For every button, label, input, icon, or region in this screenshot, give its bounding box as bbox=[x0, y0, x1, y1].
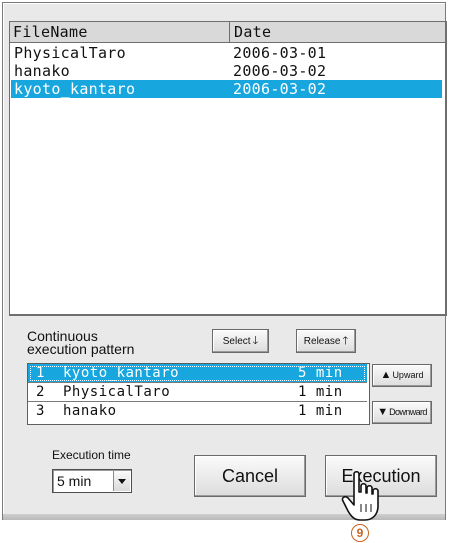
execution-time-label: Execution time bbox=[52, 448, 131, 462]
pattern-time: 1 min bbox=[298, 384, 343, 400]
file-date: 2006-03-02 bbox=[233, 80, 327, 98]
file-name: PhysicalTaro bbox=[14, 44, 126, 62]
file-list[interactable]: FileName Date PhysicalTaro 2006-03-01 ha… bbox=[9, 21, 447, 316]
pattern-row[interactable]: 3 hanako 1 min bbox=[28, 402, 367, 421]
continuous-pattern-label: Continuous execution pattern bbox=[27, 329, 135, 357]
pattern-time: 5 min bbox=[298, 365, 343, 381]
dropdown-button[interactable] bbox=[113, 471, 130, 491]
select-button-label: Select bbox=[222, 336, 251, 347]
arrow-up-icon: 🡑 bbox=[342, 335, 349, 347]
pattern-index: 2 bbox=[36, 384, 45, 400]
pattern-row-selected[interactable]: 1 kyoto_kantaro 5 min bbox=[28, 364, 367, 383]
pattern-name: hanako bbox=[63, 403, 117, 419]
file-name: kyoto_kantaro bbox=[14, 80, 136, 98]
file-row[interactable]: PhysicalTaro 2006-03-01 bbox=[11, 44, 442, 62]
column-header-filename[interactable]: FileName bbox=[10, 22, 230, 42]
pattern-name: PhysicalTaro bbox=[63, 384, 171, 400]
file-row[interactable]: hanako 2006-03-02 bbox=[11, 62, 442, 80]
cancel-button[interactable]: Cancel bbox=[194, 455, 306, 497]
step-number-marker: 9 bbox=[351, 524, 369, 542]
triangle-up-icon: ▲ bbox=[380, 369, 392, 381]
pattern-index: 1 bbox=[36, 365, 45, 381]
pattern-time: 1 min bbox=[298, 403, 343, 419]
column-header-date[interactable]: Date bbox=[231, 22, 445, 42]
release-button[interactable]: Release 🡑 bbox=[296, 329, 356, 353]
chevron-down-icon bbox=[118, 479, 126, 484]
pattern-name: kyoto_kantaro bbox=[63, 365, 180, 381]
file-list-header: FileName Date bbox=[10, 22, 445, 43]
downward-button-label: Downward bbox=[389, 407, 427, 417]
execution-time-value: 5 min bbox=[57, 473, 92, 489]
hand-pointer-icon bbox=[341, 470, 379, 521]
upward-button-label: Upward bbox=[392, 370, 424, 380]
file-date: 2006-03-01 bbox=[233, 44, 327, 62]
file-date: 2006-03-02 bbox=[233, 62, 327, 80]
continuous-label-line2: execution pattern bbox=[27, 341, 135, 357]
upward-button[interactable]: ▲Upward bbox=[372, 364, 432, 387]
file-name: hanako bbox=[14, 62, 70, 80]
arrow-down-icon: 🡓 bbox=[252, 335, 259, 347]
downward-button[interactable]: ▼Downward bbox=[372, 401, 432, 424]
execution-time-select[interactable]: 5 min bbox=[52, 469, 132, 493]
pattern-index: 3 bbox=[36, 403, 45, 419]
file-row-selected[interactable]: kyoto_kantaro 2006-03-02 bbox=[11, 80, 442, 98]
release-button-label: Release bbox=[303, 336, 341, 347]
select-button[interactable]: Select 🡓 bbox=[212, 329, 269, 353]
pattern-list[interactable]: 1 kyoto_kantaro 5 min 2 PhysicalTaro 1 m… bbox=[27, 363, 370, 425]
pattern-row[interactable]: 2 PhysicalTaro 1 min bbox=[28, 383, 367, 402]
triangle-down-icon: ▼ bbox=[377, 406, 389, 418]
